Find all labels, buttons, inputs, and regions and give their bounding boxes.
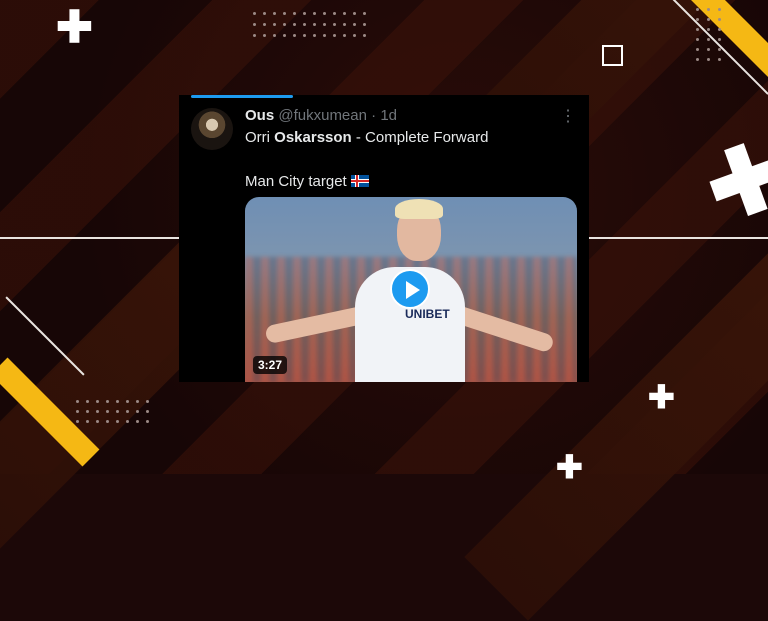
plus-decoration-icon: ✚ (648, 379, 675, 415)
horizontal-rule-left (0, 237, 179, 239)
tweet-header: Ous @fukxumean · 1d (245, 107, 397, 124)
dot-grid-decoration (76, 400, 149, 423)
tweet-text-line2: Man City target (245, 173, 369, 190)
line1-prefix: Orri (245, 129, 275, 146)
avatar[interactable] (191, 108, 233, 150)
line2-text: Man City target (245, 173, 347, 190)
separator-dot: · (371, 107, 377, 124)
handle[interactable]: @fukxumean (278, 107, 367, 124)
line1-suffix: - Complete Forward (351, 129, 489, 146)
plus-decoration-icon: ✚ (556, 449, 583, 485)
line1-bold: Oskarsson (274, 129, 352, 146)
player-hair (395, 199, 443, 219)
tweet-text-line1: Orri Oskarsson - Complete Forward (245, 129, 488, 146)
video-duration: 3:27 (253, 356, 288, 374)
plus-decoration-icon: ✚ (56, 3, 93, 52)
timestamp[interactable]: 1d (380, 107, 397, 124)
square-outline-icon (602, 45, 623, 66)
iceland-flag-icon (350, 175, 369, 187)
tweet-card[interactable]: Ous @fukxumean · 1d ⋮ Orri Oskarsson - C… (179, 95, 589, 382)
video-media[interactable]: UNIBET 3:27 (245, 197, 577, 382)
progress-indicator (191, 95, 293, 98)
more-horizontal-icon[interactable]: ⋮ (560, 106, 576, 126)
play-icon[interactable] (390, 269, 430, 309)
dot-grid-decoration (253, 12, 366, 37)
shirt-sponsor-text: UNIBET (405, 307, 450, 321)
display-name[interactable]: Ous (245, 107, 274, 124)
